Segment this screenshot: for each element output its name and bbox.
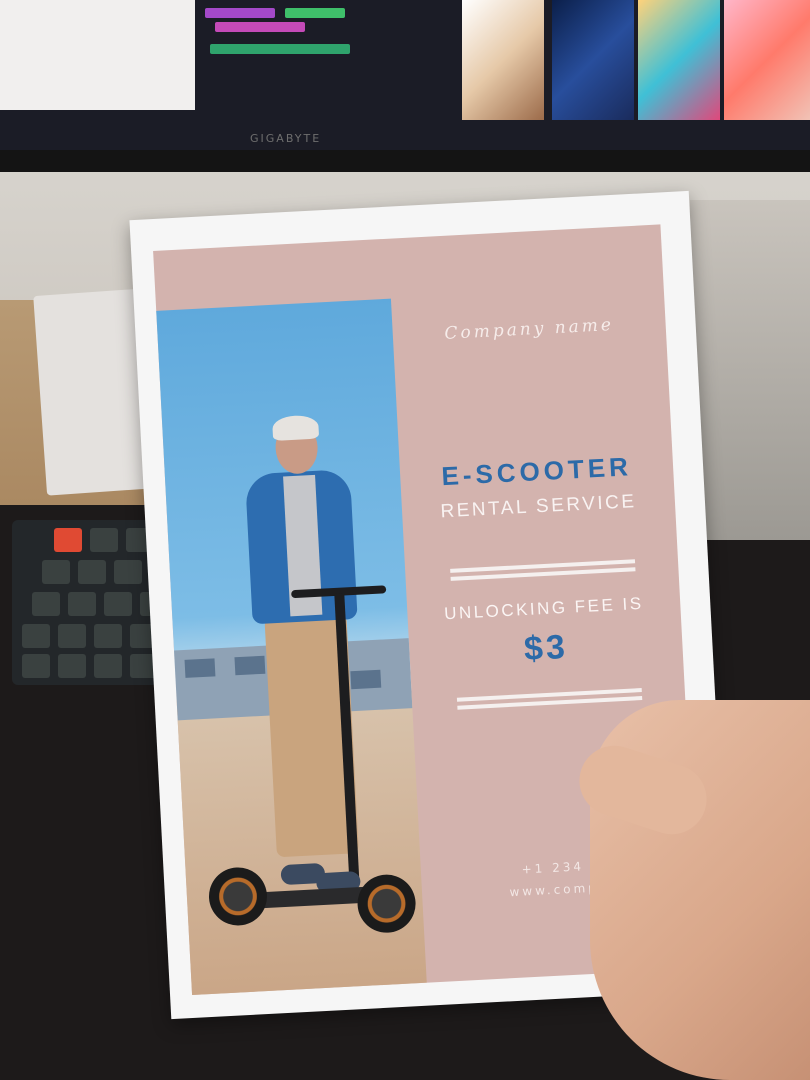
building-window (184, 658, 216, 678)
media-thumbnail (462, 0, 544, 120)
keyboard-key (114, 560, 142, 584)
keyboard-key (68, 592, 96, 616)
scooter-wheel (356, 873, 418, 935)
keyboard-key (42, 560, 70, 584)
divider-bottom (456, 688, 643, 710)
code-line (285, 8, 345, 18)
media-thumbnail (638, 0, 720, 120)
flyer-subheadline: RENTAL SERVICE (439, 491, 638, 523)
code-line (210, 44, 350, 54)
code-line (215, 22, 305, 32)
keyboard-key (90, 528, 118, 552)
keyboard-key (94, 624, 122, 648)
desk-items (690, 200, 810, 540)
keyboard-key (104, 592, 132, 616)
scooter-wheel (207, 865, 269, 927)
building-window (234, 655, 266, 676)
keyboard-key (54, 528, 82, 552)
monitor-white-window (0, 0, 195, 110)
keyboard-key (78, 560, 106, 584)
scooter-rider-photo (156, 298, 427, 995)
keyboard-key (32, 592, 60, 616)
keyboard-key (22, 624, 50, 648)
divider-top (450, 559, 636, 581)
monitor (0, 0, 810, 172)
media-thumbnail (724, 0, 810, 120)
rider-hair (271, 414, 320, 441)
media-thumbnail (552, 0, 634, 120)
company-name: Company name (443, 315, 615, 344)
monitor-brand: GIGABYTE (250, 132, 322, 145)
building-window (350, 669, 382, 690)
keyboard-key (58, 624, 86, 648)
keyboard-key (58, 654, 86, 678)
keyboard-key (94, 654, 122, 678)
code-line (205, 8, 275, 18)
fee-value: $3 (523, 627, 569, 669)
fee-label: UNLOCKING FEE IS (443, 593, 645, 624)
photo-scene: GIGABYTE Company name E-SCOOTER RENTAL S… (0, 0, 810, 1080)
flyer-headline: E-SCOOTER (440, 451, 633, 492)
keyboard-key (22, 654, 50, 678)
